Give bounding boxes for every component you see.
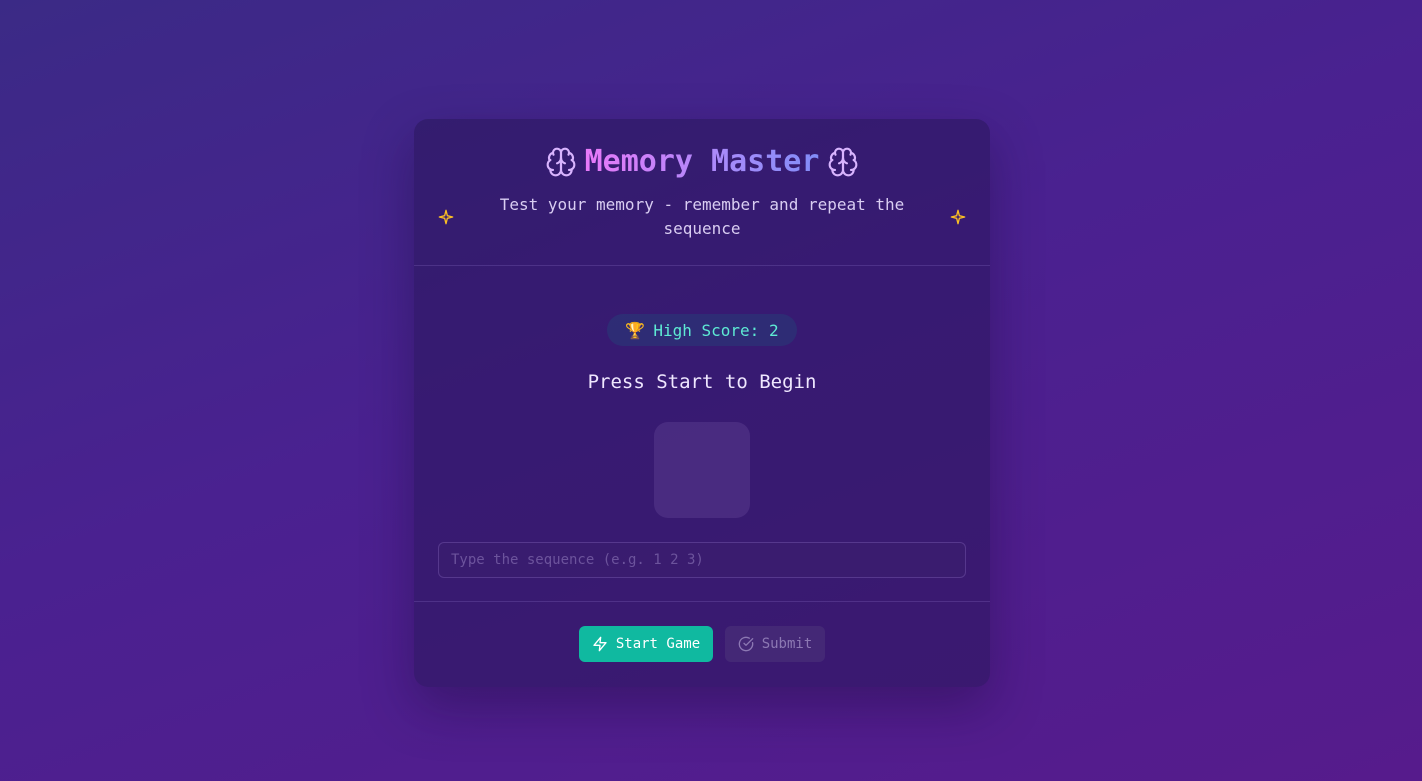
- submit-label: Submit: [761, 636, 813, 652]
- sequence-input[interactable]: [438, 542, 966, 578]
- high-score-badge: 🏆 High Score: 2: [607, 314, 797, 346]
- trophy-icon: 🏆: [625, 320, 646, 340]
- lightning-icon: [593, 636, 607, 652]
- card-footer: Start Game Submit: [414, 602, 990, 686]
- start-game-button[interactable]: Start Game: [579, 626, 713, 662]
- subtitle: Test your memory - remember and repeat t…: [499, 195, 905, 238]
- check-circle-icon: [738, 636, 754, 652]
- sparkle-icon: [950, 209, 966, 225]
- sparkle-icon: [438, 209, 454, 225]
- card-body: 🏆 High Score: 2 Press Start to Begin: [414, 266, 990, 602]
- start-game-label: Start Game: [615, 636, 701, 652]
- title-row: Memory Master: [414, 144, 990, 179]
- game-card: Memory Master Test your memory - remembe…: [414, 119, 990, 687]
- high-score-label: High Score: 2: [653, 320, 779, 340]
- subtitle-row: Test your memory - remember and repeat t…: [438, 193, 966, 241]
- sequence-display-tile: [654, 422, 750, 518]
- page-title: Memory Master: [584, 144, 820, 179]
- brain-icon: [829, 147, 858, 176]
- card-header: Memory Master Test your memory - remembe…: [414, 119, 990, 266]
- brain-icon: [546, 147, 575, 176]
- submit-button[interactable]: Submit: [725, 626, 825, 662]
- game-status: Press Start to Begin: [587, 371, 817, 393]
